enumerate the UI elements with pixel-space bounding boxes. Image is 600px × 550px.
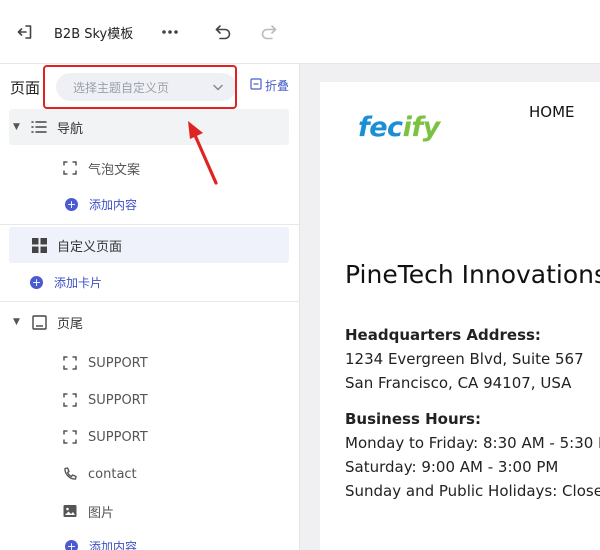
- section-label: 导航: [57, 121, 84, 137]
- phone-icon: [62, 466, 78, 482]
- item-label: 气泡文案: [88, 162, 141, 178]
- expand-frame-icon: [62, 160, 78, 176]
- caret-down-icon[interactable]: ▼: [13, 122, 23, 132]
- footer-item-support[interactable]: SUPPORT: [62, 388, 148, 412]
- section-label: 页尾: [57, 316, 84, 332]
- nav-item-bubble-text[interactable]: 气泡文案: [62, 156, 140, 180]
- add-card-label: 添加卡片: [54, 275, 103, 290]
- add-content-label: 添加内容: [89, 197, 138, 212]
- section-navigation[interactable]: ▼ 导航: [9, 109, 289, 145]
- item-label: SUPPORT: [88, 392, 148, 408]
- logo-part-1: fec: [358, 112, 403, 143]
- add-content-label: 添加内容: [89, 539, 138, 550]
- expand-frame-icon: [62, 355, 78, 371]
- expand-frame-icon: [62, 429, 78, 445]
- collapse-label: 折叠: [265, 79, 290, 93]
- divider: [0, 301, 299, 302]
- item-label: 图片: [88, 505, 115, 521]
- collapse-button[interactable]: 折叠: [250, 77, 289, 94]
- chevron-down-icon: [212, 81, 224, 96]
- collapse-icon: [250, 78, 262, 93]
- more-horizontal-icon[interactable]: [160, 20, 180, 44]
- theme-page-select[interactable]: 选择主题自定义页: [56, 73, 236, 101]
- add-content-button[interactable]: + 添加内容: [65, 534, 137, 550]
- footer-item-support[interactable]: SUPPORT: [62, 351, 148, 375]
- caret-down-icon[interactable]: ▼: [13, 317, 23, 327]
- page-structure-sidebar: 页面 选择主题自定义页 折叠 ▼ 导航 气泡文案 + 添加内容 自定义页面 + …: [0, 64, 300, 550]
- company-name: PineTech Innovations: [345, 260, 600, 289]
- hq-label: Headquarters Address:: [345, 326, 541, 344]
- plus-circle-icon: +: [30, 275, 43, 289]
- annotation-arrow-icon: [188, 121, 218, 185]
- hq-line-2: San Francisco, CA 94107, USA: [345, 374, 572, 392]
- hours-line-3: Sunday and Public Holidays: Closed: [345, 482, 600, 500]
- item-label: SUPPORT: [88, 429, 148, 445]
- custom-page-label: 自定义页面: [57, 239, 123, 255]
- hours-line-2: Saturday: 9:00 AM - 3:00 PM: [345, 458, 559, 476]
- undo-icon[interactable]: [212, 20, 234, 44]
- list-icon: [31, 119, 47, 135]
- plus-circle-icon: +: [65, 539, 78, 550]
- template-title: B2B Sky模板: [54, 26, 134, 42]
- select-placeholder: 选择主题自定义页: [73, 80, 170, 95]
- sidebar-title: 页面: [10, 79, 41, 97]
- footer-item-contact[interactable]: contact: [62, 462, 137, 486]
- hours-line-1: Monday to Friday: 8:30 AM - 5:30 PM: [345, 434, 600, 452]
- redo-icon[interactable]: [258, 20, 280, 44]
- image-icon: [62, 503, 78, 519]
- hours-label: Business Hours:: [345, 410, 481, 428]
- footer-item-support[interactable]: SUPPORT: [62, 425, 148, 449]
- plus-circle-icon: +: [65, 197, 78, 211]
- item-label: SUPPORT: [88, 355, 148, 371]
- custom-page-item[interactable]: 自定义页面: [9, 227, 289, 263]
- divider: [0, 224, 299, 225]
- brand-logo: fecify: [358, 112, 440, 143]
- logo-part-2: ify: [402, 112, 441, 143]
- hq-line-1: 1234 Evergreen Blvd, Suite 567: [345, 350, 584, 368]
- exit-icon[interactable]: [14, 20, 36, 44]
- preview-page: fecify HOME PineTech Innovations Headqua…: [320, 82, 600, 550]
- item-label: contact: [88, 466, 137, 482]
- top-toolbar: B2B Sky模板: [0, 0, 600, 64]
- grid-icon: [31, 237, 47, 253]
- expand-frame-icon: [62, 392, 78, 408]
- section-footer[interactable]: ▼ 页尾: [9, 304, 289, 340]
- nav-link-home[interactable]: HOME: [529, 103, 575, 121]
- footer-icon: [31, 314, 47, 330]
- page-preview-canvas: fecify HOME PineTech Innovations Headqua…: [300, 64, 600, 550]
- footer-item-image[interactable]: 图片: [62, 499, 114, 523]
- add-card-button[interactable]: + 添加卡片: [30, 270, 102, 294]
- add-content-button[interactable]: + 添加内容: [65, 192, 137, 216]
